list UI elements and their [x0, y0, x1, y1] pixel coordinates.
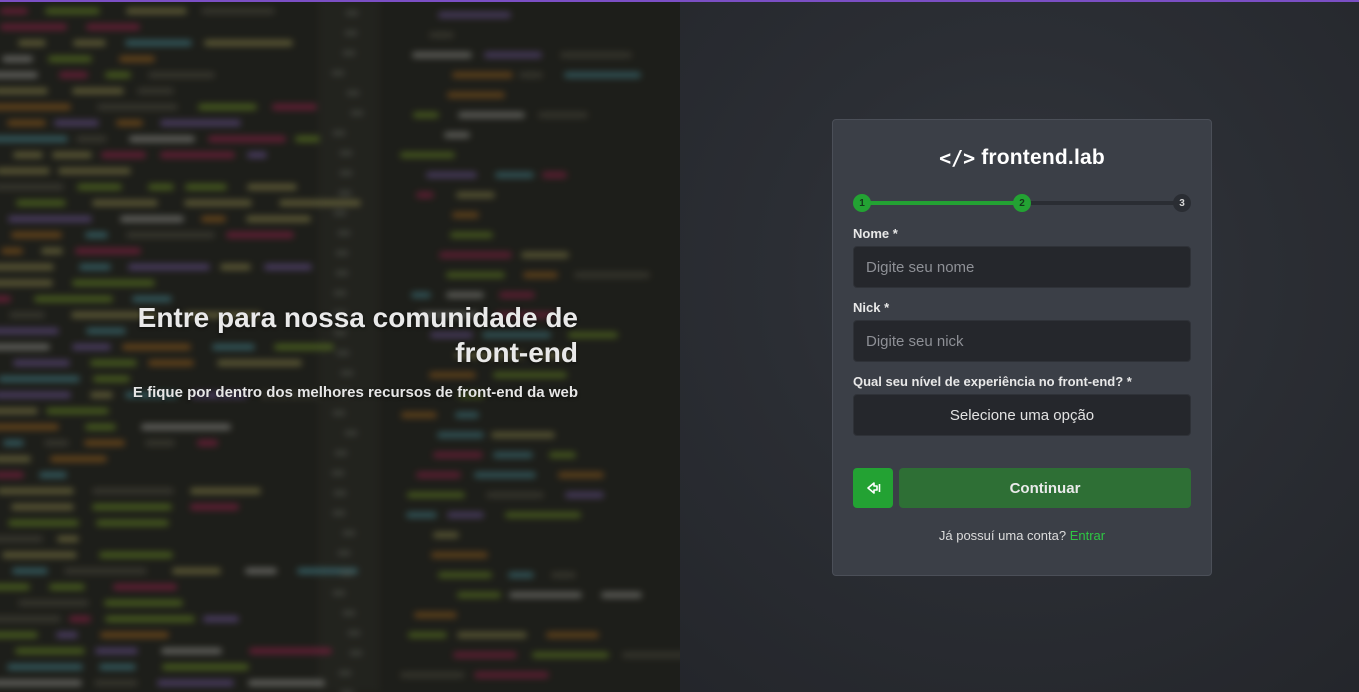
- form-actions: Continuar: [853, 468, 1191, 508]
- hero-subtitle: E fique por dentro dos melhores recursos…: [132, 384, 578, 401]
- logo: </> frontend.lab: [853, 146, 1191, 170]
- back-arrow-icon: [867, 482, 881, 494]
- experience-label: Qual seu nível de experiência no front-e…: [853, 374, 1132, 389]
- nick-input[interactable]: [853, 320, 1191, 362]
- login-prompt: Já possuí uma conta? Entrar: [853, 528, 1191, 543]
- signup-card: </> frontend.lab 1 2 3 Nome * Nick * Qua…: [832, 119, 1212, 576]
- step-3: 3: [1173, 194, 1191, 212]
- progress-stepper: 1 2 3: [853, 194, 1191, 214]
- experience-select-value: Selecione uma opção: [949, 406, 1095, 424]
- signup-area: </> frontend.lab 1 2 3 Nome * Nick * Qua…: [680, 0, 1359, 692]
- stepper-progress-fill: [861, 201, 1022, 205]
- step-2: 2: [1013, 194, 1031, 212]
- step-1: 1: [853, 194, 871, 212]
- hero-title-line1: Entre para nossa comunidade de: [137, 302, 578, 333]
- hero-title: Entre para nossa comunidade de front-end: [78, 300, 578, 370]
- hero-panel: Entre para nossa comunidade de front-end…: [0, 0, 680, 692]
- hero-title-line2: front-end: [455, 337, 578, 368]
- top-accent-line: [0, 0, 1359, 2]
- back-button[interactable]: [853, 468, 893, 508]
- logo-text: frontend.lab: [981, 146, 1105, 169]
- login-question: Já possuí uma conta?: [938, 528, 1067, 543]
- login-link[interactable]: Entrar: [1070, 528, 1105, 543]
- experience-select[interactable]: Selecione uma opção: [853, 394, 1191, 436]
- continue-button[interactable]: Continuar: [899, 468, 1191, 508]
- name-label: Nome *: [853, 226, 898, 241]
- hero-text: Entre para nossa comunidade de front-end…: [78, 300, 578, 401]
- nick-label: Nick *: [853, 300, 890, 315]
- name-input[interactable]: [853, 246, 1191, 288]
- code-brackets-icon: </>: [939, 146, 976, 170]
